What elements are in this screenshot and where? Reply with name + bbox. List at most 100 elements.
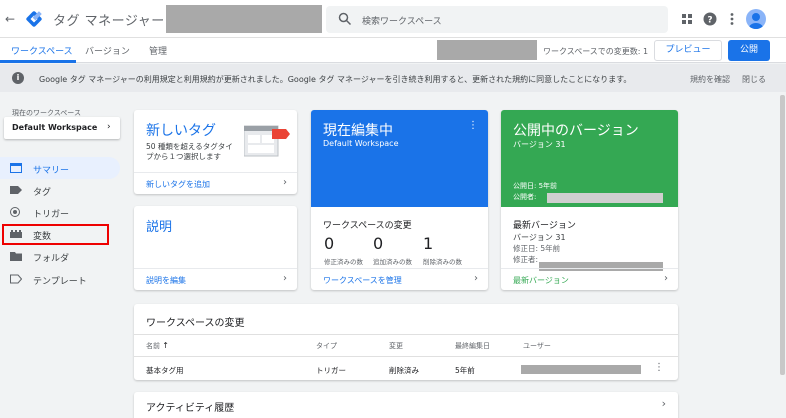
workspace-changes-count: ワークスペースでの変更数: 1	[543, 47, 649, 56]
search-workspace-input[interactable]: 検索ワークスペース	[326, 6, 668, 33]
editing-workspace-name: Default Workspace	[323, 139, 399, 148]
column-header-change[interactable]: 変更	[389, 341, 403, 351]
latest-version-label: 最新バージョン	[513, 276, 569, 285]
editing-header: 現在編集中 Default Workspace ⋮	[311, 110, 488, 207]
column-header-type[interactable]: タイプ	[316, 341, 337, 351]
tab-workspace[interactable]: ワークスペース	[11, 44, 73, 57]
summary-icon	[10, 163, 22, 173]
account-container-selector[interactable]	[166, 5, 322, 33]
sidebar-item-label: タグ	[33, 188, 52, 198]
new-tag-card[interactable]: 新しいタグ 50 種類を超えるタグタイプから１つ選択します 新しいタグを追加 ›	[134, 110, 297, 194]
more-vert-icon[interactable]	[725, 12, 739, 26]
top-app-bar: ← タグ マネージャー 検索ワークスペース ?	[0, 0, 786, 38]
sidebar-item-label: トリガー	[33, 210, 70, 220]
active-tab-indicator	[0, 60, 76, 63]
deleted-count: 1	[423, 234, 434, 253]
deleted-count-label: 削除済みの数	[423, 258, 462, 266]
published-date: 公開日: 5年前	[513, 182, 558, 190]
modified-count: 0	[324, 234, 335, 253]
latest-version-number: バージョン 31	[513, 233, 566, 242]
published-version-number: バージョン 31	[513, 140, 566, 149]
added-count-label: 追加済みの数	[373, 258, 412, 266]
dismiss-notice-link[interactable]: 閉じる	[742, 74, 766, 85]
folder-icon	[10, 252, 22, 261]
account-avatar[interactable]	[746, 9, 766, 29]
modified-by-label: 修正者:	[513, 255, 539, 264]
published-by-redacted	[547, 193, 663, 203]
editing-title: 現在編集中	[323, 123, 393, 139]
latest-version-heading: 最新バージョン	[513, 221, 576, 231]
workspace-selector[interactable]: Default Workspace ›	[4, 117, 120, 139]
latest-version-link[interactable]: 最新バージョン ›	[501, 268, 678, 290]
container-id-redacted	[437, 40, 537, 60]
description-card[interactable]: 説明 説明を編集 ›	[134, 206, 297, 290]
back-arrow-icon[interactable]: ←	[3, 11, 17, 27]
workspace-changes-title: ワークスペースの変更	[146, 318, 245, 329]
published-version-card: 公開中のバージョン バージョン 31 公開日: 5年前 公開者: 最新バージョン…	[501, 110, 678, 290]
chevron-right-icon: ›	[283, 177, 287, 188]
tag-icon	[10, 186, 22, 194]
column-header-last-edited[interactable]: 最終編集日	[455, 341, 490, 351]
chevron-right-icon: ›	[664, 273, 668, 284]
published-header: 公開中のバージョン バージョン 31 公開日: 5年前 公開者:	[501, 110, 678, 207]
tag-illustration-icon	[244, 125, 290, 157]
chevron-right-icon: ›	[283, 273, 287, 284]
search-placeholder: 検索ワークスペース	[362, 17, 442, 27]
add-new-tag-link[interactable]: 新しいタグを追加 ›	[134, 172, 297, 194]
column-header-user[interactable]: ユーザー	[523, 341, 551, 351]
table-divider	[134, 356, 678, 357]
row-type: トリガー	[316, 366, 346, 375]
currently-editing-card: 現在編集中 Default Workspace ⋮ ワークスペースの変更 0 0…	[311, 110, 488, 290]
more-vert-icon[interactable]: ⋮	[654, 362, 664, 373]
row-change: 削除済み	[389, 366, 419, 375]
sidebar-item-tags[interactable]: タグ	[0, 179, 120, 201]
sidebar-item-triggers[interactable]: トリガー	[0, 201, 120, 223]
person-icon	[749, 13, 763, 29]
row-last-edited: 5年前	[455, 366, 475, 375]
sidebar-item-folders[interactable]: フォルダ	[0, 245, 120, 267]
more-vert-icon[interactable]: ⋮	[468, 120, 478, 131]
variables-highlight-box	[2, 224, 109, 245]
workspace-changes-heading: ワークスペースの変更	[323, 221, 412, 231]
notice-message: Google タグ マネージャーの利用規定と利用規約が更新されました。Googl…	[39, 75, 632, 84]
manage-workspace-link[interactable]: ワークスペースを管理 ›	[311, 268, 488, 290]
svg-text:?: ?	[707, 16, 712, 26]
new-tag-title: 新しいタグ	[146, 123, 216, 139]
sub-navigation: ワークスペース バージョン 管理 ワークスペースでの変更数: 1 プレビュー 公…	[0, 38, 786, 63]
table-divider	[134, 334, 678, 335]
activity-history-card[interactable]: アクティビティ履歴 ›	[134, 392, 678, 418]
row-name[interactable]: 基本タグ用	[146, 365, 184, 376]
terms-update-notice: i Google タグ マネージャーの利用規定と利用規約が更新されました。Goo…	[0, 64, 786, 92]
published-title: 公開中のバージョン	[513, 123, 639, 139]
edit-description-label: 説明を編集	[146, 276, 186, 285]
apps-grid-icon[interactable]	[680, 12, 694, 26]
help-icon[interactable]: ?	[703, 12, 717, 26]
preview-button[interactable]: プレビュー	[654, 40, 722, 61]
added-count: 0	[373, 234, 384, 253]
modified-count-label: 修正済みの数	[324, 258, 363, 266]
column-header-name[interactable]: 名前 ↑	[146, 341, 169, 351]
trigger-icon	[10, 207, 20, 217]
scrollbar-thumb[interactable]	[780, 95, 785, 375]
published-by-label: 公開者:	[513, 193, 537, 201]
template-icon	[10, 274, 22, 284]
activity-history-title: アクティビティ履歴	[146, 403, 235, 414]
review-terms-link[interactable]: 規約を確認	[690, 74, 730, 85]
manage-workspace-label: ワークスペースを管理	[323, 276, 402, 285]
search-icon	[338, 12, 352, 26]
add-new-tag-label: 新しいタグを追加	[146, 180, 210, 189]
tab-admin[interactable]: 管理	[149, 44, 167, 57]
tab-versions[interactable]: バージョン	[85, 44, 130, 57]
tag-manager-logo-icon	[26, 11, 42, 27]
publish-button[interactable]: 公開	[728, 40, 770, 61]
sidebar-item-templates[interactable]: テンプレート	[0, 268, 120, 290]
edit-description-link[interactable]: 説明を編集 ›	[134, 268, 297, 290]
workspace-changes-table: ワークスペースの変更 名前 ↑ タイプ 変更 最終編集日 ユーザー 基本タグ用 …	[134, 304, 678, 380]
sidebar-item-summary[interactable]: サマリー	[0, 157, 120, 179]
product-title: タグ マネージャー	[53, 14, 165, 29]
chevron-right-icon: ›	[474, 273, 478, 284]
sidebar-item-label: サマリー	[33, 166, 70, 176]
sidebar-item-label: テンプレート	[33, 277, 87, 287]
new-tag-description: 50 種類を超えるタグタイプから１つ選択します	[146, 142, 233, 161]
sort-arrow-icon: ↑	[162, 341, 169, 350]
